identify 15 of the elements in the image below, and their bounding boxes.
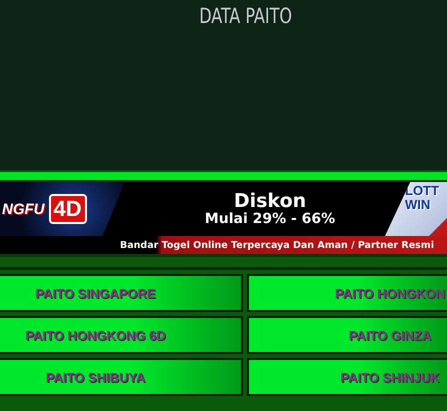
promo-banner[interactable]: NGFU 4D Diskon Mulai 29% - 66% LOTT WIN Bandar Togel Online Terpercaya Dan Aman / Partner Resmi [0, 180, 447, 257]
paito-link[interactable]: PAITO SHINJUK [247, 358, 447, 396]
banner-tagline: Bandar Togel Online Terpercaya Dan Aman / Partner Resmi [120, 240, 434, 250]
logo-text: NGFU [2, 200, 44, 218]
paito-link[interactable]: PAITO SINGAPORE [0, 274, 243, 312]
banner-subline: Mulai 29% - 66% [204, 211, 336, 227]
paito-link[interactable]: PAITO HONGKONG 6D [0, 316, 243, 354]
page-title: DATA PAITO [200, 4, 292, 28]
paito-link[interactable]: PAITO GINZA [247, 316, 447, 354]
paito-link[interactable]: PAITO SHIBUYA [0, 358, 243, 396]
paito-link[interactable]: PAITO HONGKON [247, 274, 447, 312]
banner-headline: Diskon [234, 191, 306, 211]
logo-text: WIN [405, 198, 430, 212]
logo-badge: 4D [48, 194, 87, 224]
logo-text: LOTT [405, 184, 439, 198]
